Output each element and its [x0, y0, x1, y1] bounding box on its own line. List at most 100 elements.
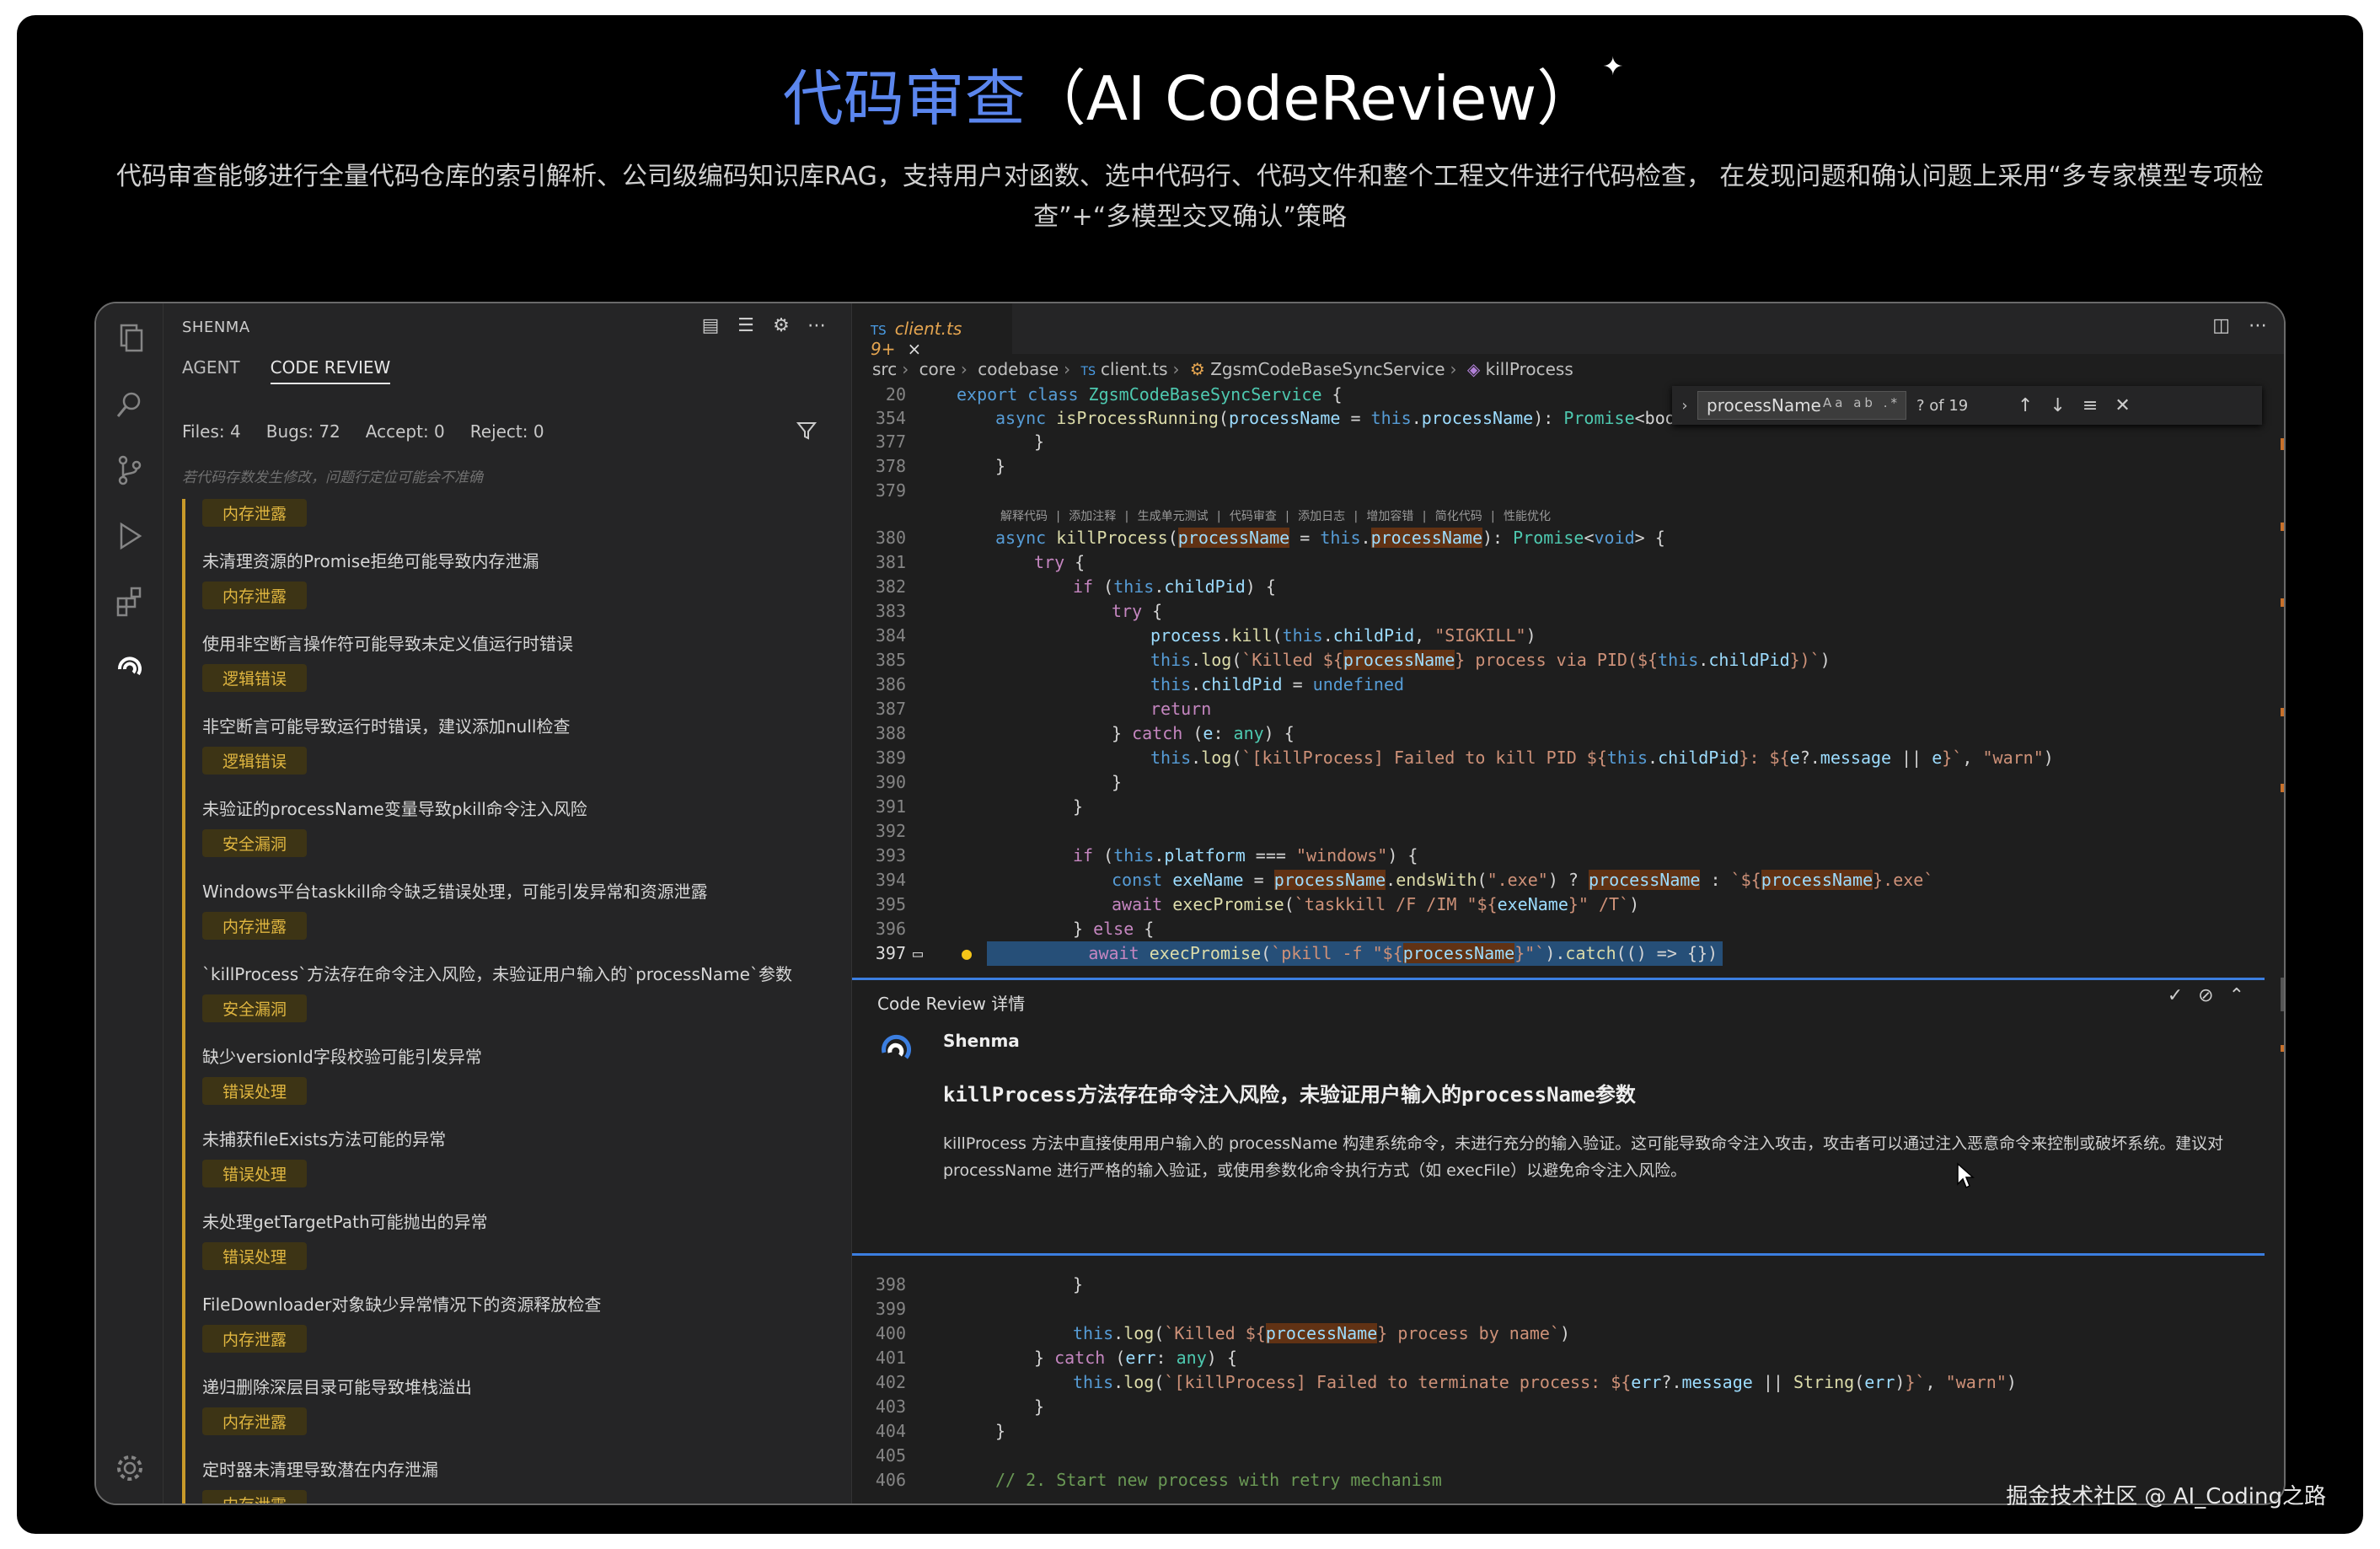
run-debug-icon[interactable] [113, 519, 147, 553]
ts-file-icon: TS [871, 323, 887, 338]
list-item[interactable]: 缺少versionId字段校验可能引发异常 错误处理 [182, 1040, 824, 1123]
line-number: 377 [875, 431, 906, 452]
settings-gear-icon[interactable] [113, 1451, 147, 1485]
issue-title: 递归删除深层目录可能导致堆栈溢出 [202, 1377, 472, 1397]
list-item[interactable]: 未处理getTargetPath可能抛出的异常 错误处理 [182, 1205, 824, 1288]
issue-badge: 安全漏洞 [202, 829, 308, 857]
line-number: 389 [875, 748, 906, 768]
list-item[interactable]: 未清理资源的Promise拒绝可能导致内存泄漏 内存泄露 [182, 544, 824, 627]
new-file-icon[interactable]: ▤ [700, 315, 721, 337]
class-icon: ⚙ [1189, 359, 1205, 379]
list-item[interactable]: 定时器未清理导致潜在内存泄漏 内存泄露 [182, 1453, 824, 1503]
list-item[interactable]: 非空断言可能导致运行时错误，建议添加null检查 逻辑错误 [182, 710, 824, 792]
gear-icon[interactable]: ⚙ [770, 315, 792, 337]
find-widget: › processName Aa ab .* ? of 19 ↑ ↓ ≡ ✕ [1672, 386, 2262, 425]
stat-accept: Accept: 0 [365, 421, 445, 442]
side-tabs: AGENT CODE REVIEW [182, 357, 391, 384]
hero-title-cn: 代码审查 [782, 63, 1026, 134]
line-number: 378 [875, 456, 906, 476]
breadcrumb-class[interactable]: ZgsmCodeBaseSyncService [1210, 359, 1445, 379]
explorer-icon[interactable] [113, 320, 147, 354]
line-number: 403 [875, 1396, 906, 1417]
more-icon[interactable]: ⋯ [806, 315, 828, 337]
review-author: Shenma [943, 1031, 1020, 1051]
list-item[interactable]: 内存泄露 [182, 499, 824, 544]
arrow-down-icon[interactable]: ↓ [2050, 395, 2065, 416]
line-number: 405 [875, 1445, 906, 1466]
breadcrumb-file[interactable]: client.ts [1101, 359, 1168, 379]
close-icon[interactable]: × [907, 339, 921, 359]
side-panel-title: SHENMA [182, 319, 250, 336]
more-icon[interactable]: ⋯ [2249, 315, 2267, 336]
breadcrumb-method[interactable]: killProcess [1486, 359, 1573, 379]
hero-description: 代码审查能够进行全量代码仓库的索引解析、公司级编码知识库RAG，支持用户对函数、… [116, 162, 2264, 232]
issue-title: Windows平台taskkill命令缺乏错误处理，可能引发异常和资源泄露 [202, 882, 708, 902]
list-item[interactable]: 未验证的processName变量导致pkill命令注入风险 安全漏洞 [182, 792, 824, 875]
line-number: 404 [875, 1421, 906, 1441]
editor-tab-toolbar: ◫ ⋯ [2212, 315, 2267, 336]
line-number: 394 [875, 870, 906, 890]
issue-badge: 错误处理 [202, 1242, 308, 1270]
filter-icon[interactable] [796, 420, 817, 442]
ts-file-icon: TS [1080, 365, 1096, 378]
overview-ruler[interactable] [2277, 405, 2286, 1500]
breadcrumb-core[interactable]: core [919, 359, 956, 379]
line-number: 401 [875, 1348, 906, 1368]
codelens-actions[interactable]: 解释代码 | 添加注释 | 生成单元测试 | 代码审查 | 添加日志 | 增加容… [1000, 507, 1551, 524]
list-item[interactable]: FileDownloader对象缺少异常情况下的资源释放检查 内存泄露 [182, 1288, 824, 1370]
shenma-icon[interactable] [113, 651, 147, 684]
issue-badge: 错误处理 [202, 1077, 308, 1105]
find-options[interactable]: Aa ab .* [1823, 395, 1900, 410]
line-number: 381 [875, 552, 906, 572]
list-icon[interactable]: ☰ [735, 315, 757, 337]
editor-area: TS client.ts 9+ × ◫ ⋯ src › core › codebase ›… [851, 303, 2286, 1503]
tab-code-review[interactable]: CODE REVIEW [270, 357, 391, 384]
list-item[interactable]: 未捕获fileExists方法可能的异常 错误处理 [182, 1123, 824, 1205]
list-item[interactable]: 递归删除深层目录可能导致堆栈溢出内存泄露 [182, 1370, 824, 1453]
list-item[interactable]: Windows平台taskkill命令缺乏错误处理，可能引发异常和资源泄露内存泄… [182, 875, 824, 957]
reject-icon[interactable]: ⊘ [2198, 985, 2213, 1006]
line-number: 386 [875, 674, 906, 694]
collapse-icon[interactable]: ⌃ [2229, 985, 2244, 1006]
find-in-selection-icon[interactable]: ≡ [2082, 395, 2098, 416]
line-number: 392 [875, 821, 906, 841]
extensions-icon[interactable] [113, 585, 147, 619]
list-item[interactable]: `killProcess`方法存在命令注入风险，未验证用户输入的`process… [182, 957, 824, 1040]
source-control-icon[interactable] [113, 453, 147, 487]
editor-tab-client-ts[interactable]: TS client.ts 9+ × [852, 303, 1012, 359]
comment-icon[interactable]: ▭ [913, 941, 923, 966]
watermark: 掘金技术社区 @ AI_Coding之路 [2006, 1484, 2326, 1509]
breadcrumb-src[interactable]: src [872, 359, 897, 379]
side-panel-toolbar: ▤ ☰ ⚙ ⋯ [700, 315, 828, 337]
line-number: 398 [875, 1274, 906, 1294]
split-editor-icon[interactable]: ◫ [2212, 315, 2230, 336]
search-icon[interactable] [113, 388, 147, 421]
sparkle-icon: ✦ [1602, 52, 1624, 82]
mouse-cursor-icon [1957, 1162, 1975, 1189]
list-item[interactable]: 使用非空断言操作符可能导致未定义值运行时错误 逻辑错误 [182, 627, 824, 710]
tab-agent[interactable]: AGENT [182, 357, 240, 384]
line-number: 388 [875, 723, 906, 743]
find-input[interactable]: processName Aa ab .* [1697, 391, 1906, 420]
issue-title: 定时器未清理导致潜在内存泄漏 [202, 1460, 438, 1480]
review-panel-title: Code Review 详情 [877, 994, 1026, 1014]
lightbulb-icon[interactable]: ● [962, 941, 972, 966]
close-icon[interactable]: ✕ [2115, 395, 2130, 416]
accept-check-icon[interactable]: ✓ [2168, 985, 2183, 1006]
issue-badge: 内存泄露 [202, 582, 308, 609]
method-icon: ◈ [1466, 359, 1481, 379]
hero-title: 代码审查（AI CodeReview） ✦ [17, 49, 2363, 137]
review-panel-toolbar: ✓ ⊘ ⌃ [2168, 985, 2244, 1006]
stat-files: Files: 4 [182, 421, 241, 442]
issue-badge: 逻辑错误 [202, 664, 308, 692]
arrow-up-icon[interactable]: ↑ [2018, 395, 2033, 416]
chevron-right-icon[interactable]: › [1672, 397, 1697, 415]
line-number: 396 [875, 919, 906, 939]
ide-window: SHENMA ▤ ☰ ⚙ ⋯ AGENT CODE REVIEW Files: … [94, 302, 2286, 1505]
activity-bar [96, 303, 163, 1503]
issue-badge: 内存泄露 [202, 1407, 308, 1435]
breadcrumb-codebase[interactable]: codebase [978, 359, 1059, 379]
line-number: 384 [875, 625, 906, 646]
issue-badge: 内存泄露 [202, 912, 308, 940]
line-number: 390 [875, 772, 906, 792]
